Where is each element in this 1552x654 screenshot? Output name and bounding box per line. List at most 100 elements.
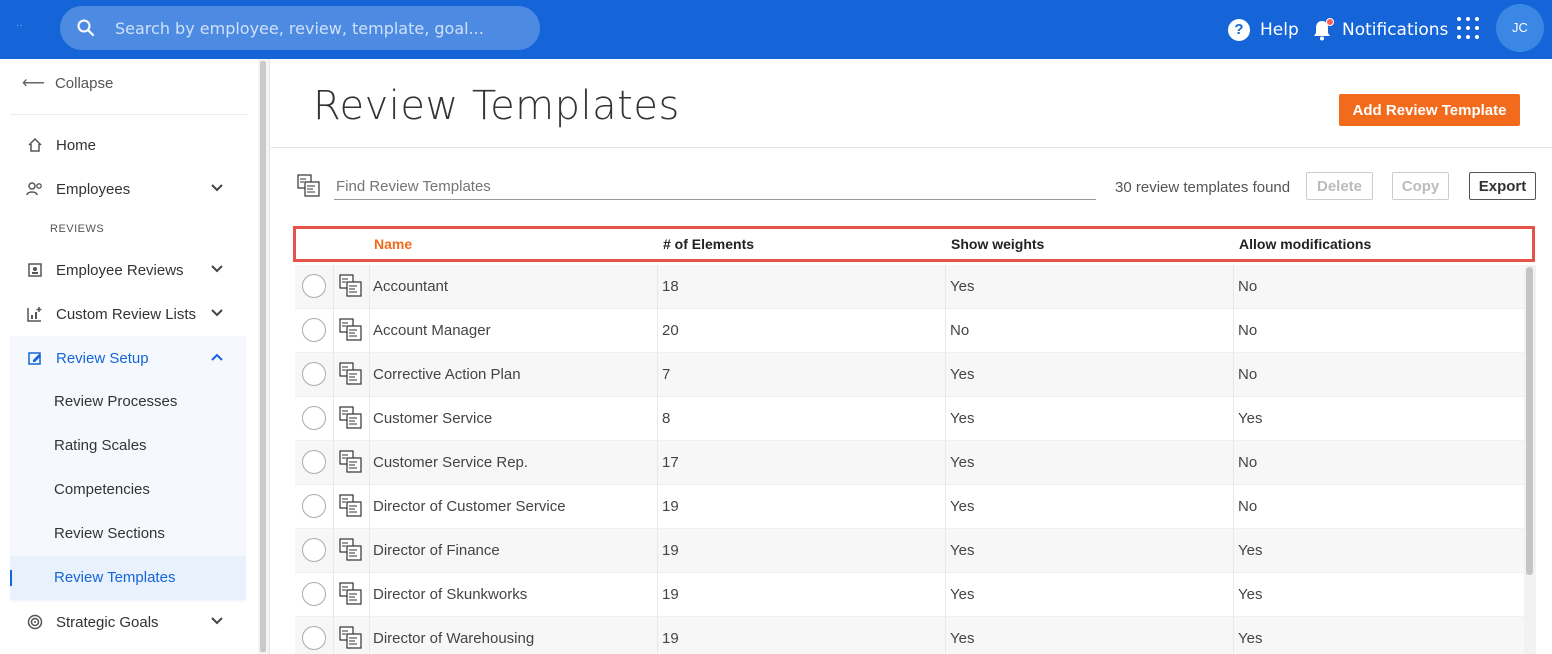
collapse-arrow-icon: ⟵ (22, 75, 45, 92)
cell-elements: 19 (662, 498, 679, 515)
table-row[interactable]: Director of Finance 19 Yes Yes (295, 529, 1524, 573)
cell-allow-modifications: Yes (1238, 630, 1263, 647)
sidebar-item-employee-reviews[interactable]: Employee Reviews (10, 248, 246, 292)
chevron-up-icon (211, 353, 223, 361)
sidebar: ⟵ Collapse Home Employees REVIEWS Employ… (0, 59, 258, 654)
template-icon (339, 538, 362, 561)
notifications-label: Notifications (1342, 19, 1449, 40)
sidebar-scrollbar[interactable] (258, 59, 270, 654)
sidebar-subitem-review-templates[interactable]: Review Templates (10, 556, 246, 600)
cell-allow-modifications: Yes (1238, 586, 1263, 603)
title-divider (271, 147, 1552, 148)
sidebar-subitem-review-processes[interactable]: Review Processes (10, 380, 246, 424)
table-body: Accountant 18 Yes No Account Manager 20 … (295, 265, 1524, 654)
table-scrollbar[interactable] (1524, 265, 1536, 654)
cell-show-weights: Yes (950, 366, 975, 383)
template-icon (339, 494, 362, 517)
people-icon (26, 180, 44, 198)
cell-show-weights: Yes (950, 630, 975, 647)
cell-name[interactable]: Customer Service Rep. (373, 454, 528, 471)
cell-elements: 7 (662, 366, 671, 383)
notification-dot (1326, 17, 1334, 26)
cell-name[interactable]: Corrective Action Plan (373, 366, 521, 383)
row-select-radio[interactable] (302, 318, 326, 342)
cell-allow-modifications: No (1238, 454, 1258, 471)
cell-allow-modifications: No (1238, 278, 1258, 295)
global-search[interactable]: Search by employee, review, template, go… (60, 6, 540, 50)
column-header-allow-modifications[interactable]: Allow modifications (1239, 236, 1371, 252)
copy-button[interactable]: Copy (1392, 172, 1449, 200)
cell-name[interactable]: Director of Skunkworks (373, 586, 527, 603)
cell-name[interactable]: Accountant (373, 278, 448, 295)
sidebar-item-label: Review Setup (56, 349, 149, 367)
help-icon: ? (1228, 18, 1250, 41)
row-select-radio[interactable] (302, 406, 326, 430)
table-header: Name # of Elements Show weights Allow mo… (293, 226, 1535, 262)
column-header-elements[interactable]: # of Elements (663, 236, 754, 252)
cell-show-weights: No (950, 322, 970, 339)
table-row[interactable]: Director of Skunkworks 19 Yes Yes (295, 573, 1524, 617)
search-icon (77, 19, 95, 37)
cell-allow-modifications: No (1238, 366, 1258, 383)
top-bar: ·· Search by employee, review, template,… (0, 0, 1552, 59)
template-icon (339, 362, 362, 385)
row-select-radio[interactable] (302, 582, 326, 606)
search-input[interactable]: Search by employee, review, template, go… (115, 19, 484, 38)
table-row[interactable]: Accountant 18 Yes No (295, 265, 1524, 309)
table-row[interactable]: Director of Customer Service 19 Yes No (295, 485, 1524, 529)
cell-name[interactable]: Director of Warehousing (373, 630, 534, 647)
delete-button[interactable]: Delete (1306, 172, 1373, 200)
help-button[interactable]: ? Help (1228, 0, 1299, 59)
column-header-name[interactable]: Name (374, 236, 412, 252)
active-indicator (10, 570, 12, 586)
cell-allow-modifications: Yes (1238, 542, 1263, 559)
template-icon (339, 318, 362, 341)
sidebar-subitem-rating-scales[interactable]: Rating Scales (10, 424, 246, 468)
edit-square-icon (26, 349, 44, 367)
row-select-radio[interactable] (302, 626, 326, 650)
template-icon (339, 626, 362, 649)
cell-name[interactable]: Account Manager (373, 322, 491, 339)
cell-elements: 8 (662, 410, 671, 427)
table-row[interactable]: Customer Service 8 Yes Yes (295, 397, 1524, 441)
cell-elements: 19 (662, 542, 679, 559)
row-select-radio[interactable] (302, 494, 326, 518)
table-row[interactable]: Corrective Action Plan 7 Yes No (295, 353, 1524, 397)
menu-dots-icon[interactable]: ·· (16, 20, 23, 31)
cell-allow-modifications: No (1238, 322, 1258, 339)
cell-name[interactable]: Director of Customer Service (373, 498, 566, 515)
bell-icon (1312, 17, 1334, 41)
sidebar-item-home[interactable]: Home (10, 123, 246, 167)
add-review-template-button[interactable]: Add Review Template (1339, 94, 1520, 126)
table-row[interactable]: Director of Warehousing 19 Yes Yes (295, 617, 1524, 654)
sidebar-item-strategic-goals[interactable]: Strategic Goals (10, 600, 246, 644)
column-header-show-weights[interactable]: Show weights (951, 236, 1044, 252)
row-select-radio[interactable] (302, 450, 326, 474)
row-select-radio[interactable] (302, 274, 326, 298)
avatar[interactable]: JC (1496, 4, 1544, 52)
notifications-button[interactable]: Notifications (1312, 0, 1448, 59)
sidebar-subitem-review-sections[interactable]: Review Sections (10, 512, 246, 556)
help-label: Help (1260, 19, 1299, 40)
collapse-button[interactable]: ⟵ Collapse (22, 73, 113, 93)
cell-elements: 20 (662, 322, 679, 339)
sidebar-item-label: Home (56, 136, 97, 154)
find-templates-input[interactable] (334, 174, 1096, 200)
row-select-radio[interactable] (302, 362, 326, 386)
sidebar-item-employees[interactable]: Employees (10, 167, 246, 211)
apps-grid-icon[interactable] (1457, 17, 1479, 39)
cell-name[interactable]: Customer Service (373, 410, 492, 427)
cell-name[interactable]: Director of Finance (373, 542, 500, 559)
cell-elements: 19 (662, 586, 679, 603)
table-row[interactable]: Account Manager 20 No No (295, 309, 1524, 353)
table-row[interactable]: Customer Service Rep. 17 Yes No (295, 441, 1524, 485)
page-title: Review Templates (313, 83, 680, 129)
sidebar-subitem-competencies[interactable]: Competencies (10, 468, 246, 512)
sidebar-item-custom-review-lists[interactable]: Custom Review Lists (10, 292, 246, 336)
sidebar-item-label: Custom Review Lists (56, 305, 197, 323)
chevron-down-icon (211, 184, 223, 192)
sidebar-item-review-setup[interactable]: Review Setup (10, 336, 246, 380)
export-button[interactable]: Export (1469, 172, 1536, 200)
row-select-radio[interactable] (302, 538, 326, 562)
sidebar-item-label: Employee Reviews (56, 261, 184, 279)
